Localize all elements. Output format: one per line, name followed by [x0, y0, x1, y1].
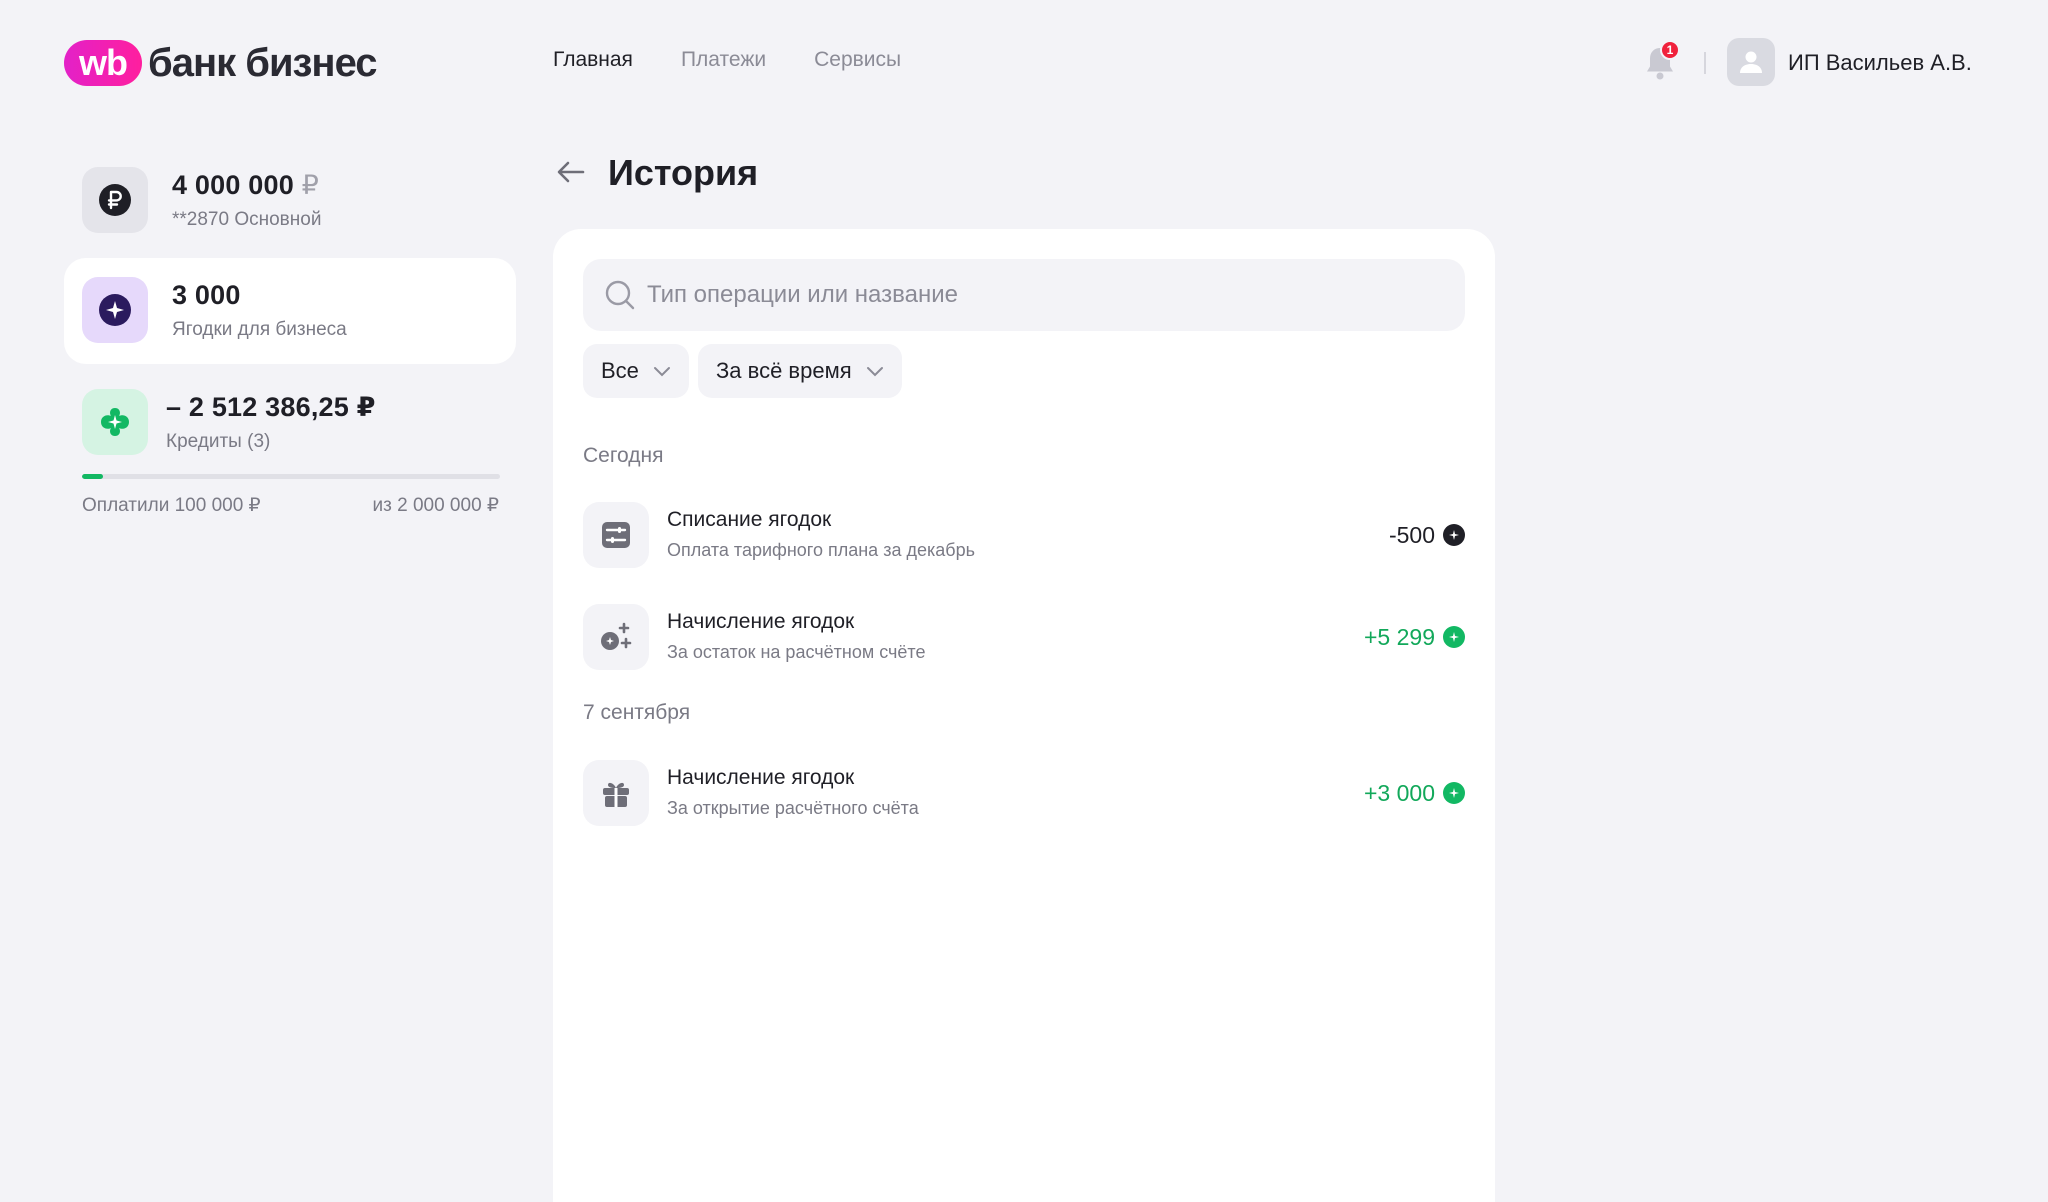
user-name[interactable]: ИП Васильев А.В. [1788, 50, 1972, 76]
logo-mark: wb [64, 40, 142, 86]
transaction-row[interactable]: Начисление ягодок За остаток на расчётно… [583, 604, 1465, 670]
transaction-row[interactable]: Начисление ягодок За открытие расчётного… [583, 760, 1465, 826]
berry-coin-icon [1443, 626, 1465, 648]
main-nav: Главная Платежи Сервисы [553, 48, 901, 72]
sliders-icon [602, 522, 630, 548]
gift-icon [603, 782, 629, 807]
transaction-amount: +3 000 [1364, 780, 1435, 806]
credits-amount: – 2 512 386,25 ₽ [166, 391, 376, 422]
filter-period-dropdown[interactable]: За всё время [698, 344, 902, 398]
credits-sub: Кредиты (3) [166, 430, 271, 452]
transaction-title: Начисление ягодок [667, 610, 855, 633]
berries-icon-box [82, 277, 148, 343]
nav-item-payments[interactable]: Платежи [681, 48, 766, 72]
transaction-icon-box [583, 604, 649, 670]
chevron-down-icon [653, 367, 670, 377]
search-icon [605, 280, 635, 310]
filter-type-label: Все [601, 358, 639, 383]
ruble-icon [99, 184, 131, 216]
main-account-sub: **2870 Основной [172, 208, 322, 230]
credits-account[interactable]: – 2 512 386,25 ₽ Кредиты (3) [82, 389, 376, 455]
nav-item-home[interactable]: Главная [553, 48, 633, 72]
section-label-today: Сегодня [583, 444, 664, 467]
berry-coin-icon [1443, 782, 1465, 804]
berries-amount: 3 000 [172, 279, 241, 310]
credits-paid-label: Оплатили 100 000 ₽ [82, 495, 261, 516]
main-account-amount: 4 000 000 [172, 169, 294, 200]
user-icon [1740, 51, 1762, 73]
credits-progress-bar [82, 474, 500, 479]
logo[interactable]: wb банк бизнес [64, 40, 378, 86]
transaction-subtitle: Оплата тарифного плана за декабрь [667, 540, 975, 560]
transaction-amount: +5 299 [1364, 624, 1435, 650]
transaction-subtitle: За остаток на расчётном счёте [667, 642, 926, 662]
main-account-currency: ₽ [301, 169, 320, 200]
berries-account[interactable]: 3 000 Ягодки для бизнеса [82, 277, 347, 343]
credits-icon-box [82, 389, 148, 455]
notification-badge: 1 [1660, 40, 1680, 60]
transaction-amount: -500 [1388, 522, 1435, 548]
top-header: wb банк бизнес Главная Платежи Сервисы 1… [0, 0, 2048, 124]
berry-star-icon [99, 294, 131, 326]
search-box[interactable] [583, 259, 1465, 331]
credits-total-label: из 2 000 000 ₽ [372, 495, 500, 516]
header-divider [1704, 52, 1706, 74]
transaction-icon-box [583, 760, 649, 826]
credits-progress-fill [82, 474, 103, 479]
berries-sub: Ягодки для бизнеса [172, 318, 347, 340]
credit-icon [101, 408, 129, 436]
coins-plus-icon [601, 622, 632, 650]
transaction-row[interactable]: Списание ягодок Оплата тарифного плана з… [583, 502, 1465, 568]
main-account-icon-box [82, 167, 148, 233]
search-input[interactable] [647, 281, 1427, 309]
main-account[interactable]: 4 000 000 ₽ **2870 Основной [82, 167, 321, 233]
chevron-down-icon [866, 367, 883, 377]
transaction-title: Начисление ягодок [667, 766, 855, 789]
back-arrow-icon[interactable] [555, 156, 587, 188]
logo-text: банк бизнес [148, 40, 378, 85]
avatar[interactable] [1727, 38, 1775, 86]
history-panel: Все За всё время Сегодня Списание ягодок… [553, 229, 1495, 1202]
transaction-title: Списание ягодок [667, 508, 832, 531]
section-label-date: 7 сентября [583, 701, 691, 724]
page-title: История [608, 152, 759, 193]
filter-period-label: За всё время [716, 358, 852, 383]
transaction-subtitle: За открытие расчётного счёта [667, 798, 919, 818]
berry-coin-icon [1443, 524, 1465, 546]
nav-item-services[interactable]: Сервисы [814, 48, 901, 72]
filter-type-dropdown[interactable]: Все [583, 344, 689, 398]
transaction-icon-box [583, 502, 649, 568]
